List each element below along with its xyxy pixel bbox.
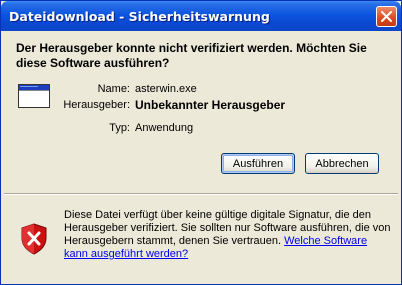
dialog-content: Der Herausgeber konnte nicht verifiziert… (4, 31, 398, 282)
type-label: Typ: (109, 122, 130, 134)
separator-highlight (4, 194, 398, 195)
publisher-label: Herausgeber: (63, 99, 130, 111)
close-button[interactable] (376, 6, 397, 27)
question-text: Der Herausgeber konnte nicht verifiziert… (16, 41, 367, 70)
warning-message: Diese Datei verfügt über keine gültige d… (64, 209, 392, 261)
run-button[interactable]: Ausführen (221, 153, 295, 174)
publisher-value: Unbekannter Herausgeber (135, 98, 286, 112)
name-label: Name: (97, 83, 130, 95)
type-value: Anwendung (135, 122, 194, 134)
shield-error-icon (21, 223, 47, 255)
close-icon (381, 11, 392, 22)
title-bar[interactable]: Dateidownload - Sicherheitswarnung (1, 1, 401, 31)
security-warning-dialog: Dateidownload - Sicherheitswarnung Der H… (0, 0, 402, 285)
window-title: Dateidownload - Sicherheitswarnung (9, 9, 270, 24)
name-value: asterwin.exe (135, 83, 197, 95)
cancel-button[interactable]: Abbrechen (305, 153, 379, 174)
